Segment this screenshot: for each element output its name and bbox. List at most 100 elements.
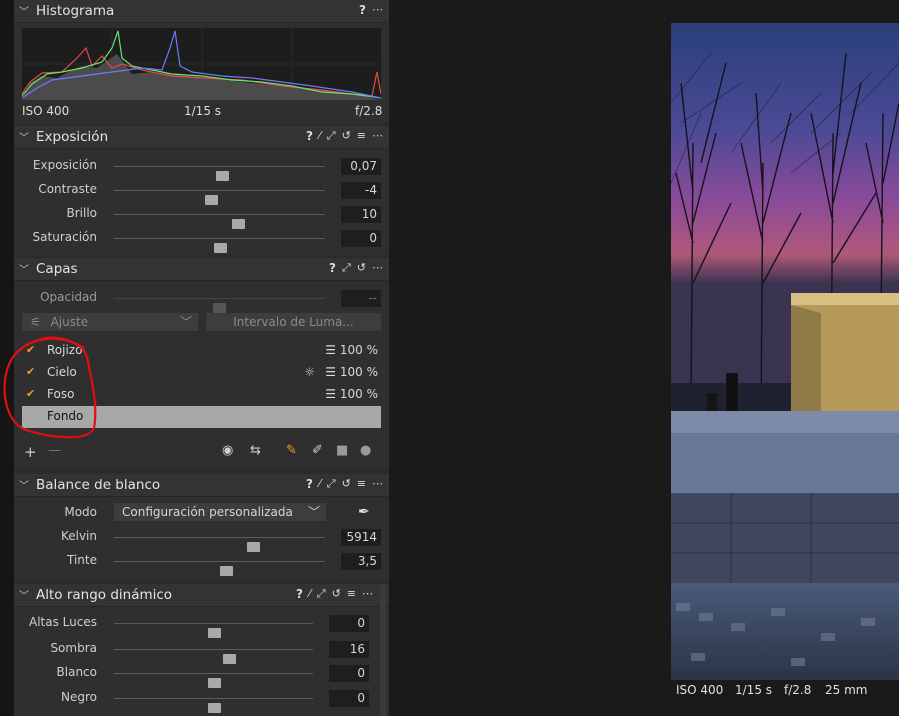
white-balance-section: ﹀ Balance de blanco ? ⁄ ⤢ ↺ ≡ ⋯ Modo Con… — [14, 474, 389, 579]
adjustments-icon[interactable]: ☰ — [325, 365, 336, 379]
layer-opacity: 100 % — [339, 343, 378, 357]
more-icon[interactable]: ⋯ — [372, 130, 383, 142]
slider-thumb[interactable] — [219, 566, 233, 576]
help-icon[interactable]: ? — [359, 4, 366, 16]
help-icon[interactable]: ? — [296, 588, 303, 600]
presets-icon[interactable]: ≡ — [357, 130, 366, 142]
slider-track[interactable] — [114, 698, 313, 713]
slider-track[interactable] — [114, 561, 325, 576]
value-field[interactable]: 5914 — [341, 529, 381, 546]
more-icon[interactable]: ⋯ — [362, 588, 373, 600]
section-title: Capas — [36, 261, 78, 277]
layer-item[interactable]: ✔ Cielo ☼ ☰ 100 % — [22, 362, 381, 384]
checkbox-checked-icon[interactable]: ✔ — [26, 388, 38, 400]
chevron-down-icon[interactable]: ﹀ — [19, 261, 29, 276]
hdr-header[interactable]: ﹀ Alto rango dinámico ? ⁄ ⤢ ↺ ≡ ⋯ — [14, 584, 389, 607]
image-viewer[interactable]: ISO 400 1/15 s f/2.8 25 mm — [390, 0, 899, 716]
reset-icon[interactable]: ↺ — [342, 478, 351, 490]
value-field[interactable]: -4 — [341, 182, 381, 199]
mode-dropdown[interactable]: Configuración personalizada ﹀ — [114, 503, 326, 521]
slider-thumb[interactable] — [213, 303, 226, 313]
gradient-icon[interactable]: ■ — [336, 443, 348, 458]
white-balance-header[interactable]: ﹀ Balance de blanco ? ⁄ ⤢ ↺ ≡ ⋯ — [14, 474, 389, 497]
chevron-down-icon: ﹀ — [307, 505, 320, 519]
more-icon[interactable]: ⋯ — [372, 4, 383, 16]
radial-icon[interactable]: ● — [360, 443, 371, 458]
value-field[interactable]: 10 — [341, 206, 381, 223]
chevron-down-icon[interactable]: ﹀ — [19, 129, 29, 144]
histogram-header[interactable]: ﹀ Histograma ? ⋯ — [14, 0, 389, 23]
copy-apply-icon[interactable]: ⤢ — [342, 262, 351, 274]
remove-layer-icon[interactable]: — — [48, 443, 61, 458]
copy-apply-icon[interactable]: ⤢ — [327, 130, 336, 142]
layer-name: Rojizo — [47, 343, 83, 357]
slider-track[interactable] — [114, 673, 313, 688]
reset-icon[interactable]: ↺ — [342, 130, 351, 142]
reset-icon[interactable]: ↺ — [332, 588, 341, 600]
slider-track[interactable] — [114, 649, 313, 664]
value-field[interactable]: 0 — [329, 615, 369, 632]
value-field[interactable]: 3,5 — [341, 553, 381, 570]
chevron-down-icon[interactable]: ﹀ — [19, 477, 29, 492]
magic-wand-icon[interactable]: ⁄ — [309, 588, 311, 600]
slider-track[interactable] — [114, 623, 313, 638]
exposure-header[interactable]: ﹀ Exposición ? ⁄ ⤢ ↺ ≡ ⋯ — [14, 126, 389, 149]
value-field[interactable]: 0 — [341, 230, 381, 247]
layer-item[interactable]: ✔ Foso ☰ 100 % — [22, 384, 381, 406]
slider-track[interactable] — [114, 537, 325, 552]
more-icon[interactable]: ⋯ — [372, 262, 383, 274]
help-icon[interactable]: ? — [329, 262, 336, 274]
slider-label: Brillo — [66, 206, 97, 220]
chevron-down-icon[interactable]: ﹀ — [19, 587, 29, 602]
chevron-down-icon[interactable]: ﹀ — [19, 3, 29, 18]
luma-sun-icon[interactable]: ☼ — [304, 365, 315, 379]
presets-icon[interactable]: ≡ — [357, 478, 366, 490]
magic-wand-icon[interactable]: ⁄ — [319, 478, 321, 490]
swap-icon[interactable]: ⇆ — [250, 443, 261, 458]
help-icon[interactable]: ? — [306, 478, 313, 490]
layer-opacity: 100 % — [339, 365, 378, 379]
checkbox-checked-icon[interactable]: ✔ — [26, 366, 38, 378]
slider-label: Saturación — [32, 230, 97, 244]
slider-track[interactable] — [114, 298, 325, 313]
value-field[interactable]: -- — [341, 290, 381, 307]
slider-track[interactable] — [114, 214, 325, 229]
layer-item[interactable]: ✔ Rojizo ☰ 100 % — [22, 340, 381, 362]
reset-icon[interactable]: ↺ — [357, 262, 366, 274]
brush-icon[interactable]: ✎ — [286, 443, 297, 458]
copy-apply-icon[interactable]: ⤢ — [317, 588, 326, 600]
eraser-icon[interactable]: ✐ — [312, 443, 323, 458]
eye-icon[interactable]: ◉ — [222, 443, 233, 458]
add-layer-icon[interactable]: + — [24, 443, 37, 461]
slider-track[interactable] — [114, 190, 325, 205]
value-field[interactable]: 0 — [329, 690, 369, 707]
photo-canvas[interactable] — [671, 23, 899, 680]
slider-thumb[interactable] — [207, 703, 221, 713]
magic-wand-icon[interactable]: ⁄ — [319, 130, 321, 142]
value-field[interactable]: 0 — [329, 665, 369, 682]
eyedropper-icon[interactable]: ✒ — [358, 504, 370, 520]
adjustments-icon[interactable]: ☰ — [325, 343, 336, 357]
help-icon[interactable]: ? — [306, 130, 313, 142]
value-field[interactable]: 0,07 — [341, 158, 381, 175]
histogram-graph — [21, 28, 382, 100]
copy-apply-icon[interactable]: ⤢ — [327, 478, 336, 490]
slider-thumb[interactable] — [213, 243, 227, 253]
adjustments-icon[interactable]: ☰ — [325, 387, 336, 401]
layer-item-selected[interactable]: Fondo — [22, 406, 381, 428]
adjust-dropdown[interactable]: ⚟ Ajuste ﹀ — [22, 313, 198, 331]
presets-icon[interactable]: ≡ — [347, 588, 356, 600]
slider-thumb[interactable] — [207, 678, 221, 688]
checkbox-checked-icon[interactable]: ✔ — [26, 344, 38, 356]
exposure-section: ﹀ Exposición ? ⁄ ⤢ ↺ ≡ ⋯ Exposición 0,07… — [14, 126, 389, 255]
more-icon[interactable]: ⋯ — [372, 478, 383, 490]
layer-opacity: 100 % — [339, 387, 378, 401]
slider-thumb[interactable] — [207, 628, 221, 638]
slider-track[interactable] — [114, 166, 325, 181]
scrollbar[interactable] — [380, 584, 386, 716]
slider-track[interactable] — [114, 238, 325, 253]
value-field[interactable]: 16 — [329, 641, 369, 658]
histogram-shutter: 1/15 s — [184, 104, 222, 118]
luma-range-button[interactable]: Intervalo de Luma... — [206, 313, 381, 331]
layers-header[interactable]: ﹀ Capas ? ⤢ ↺ ⋯ — [14, 258, 389, 281]
